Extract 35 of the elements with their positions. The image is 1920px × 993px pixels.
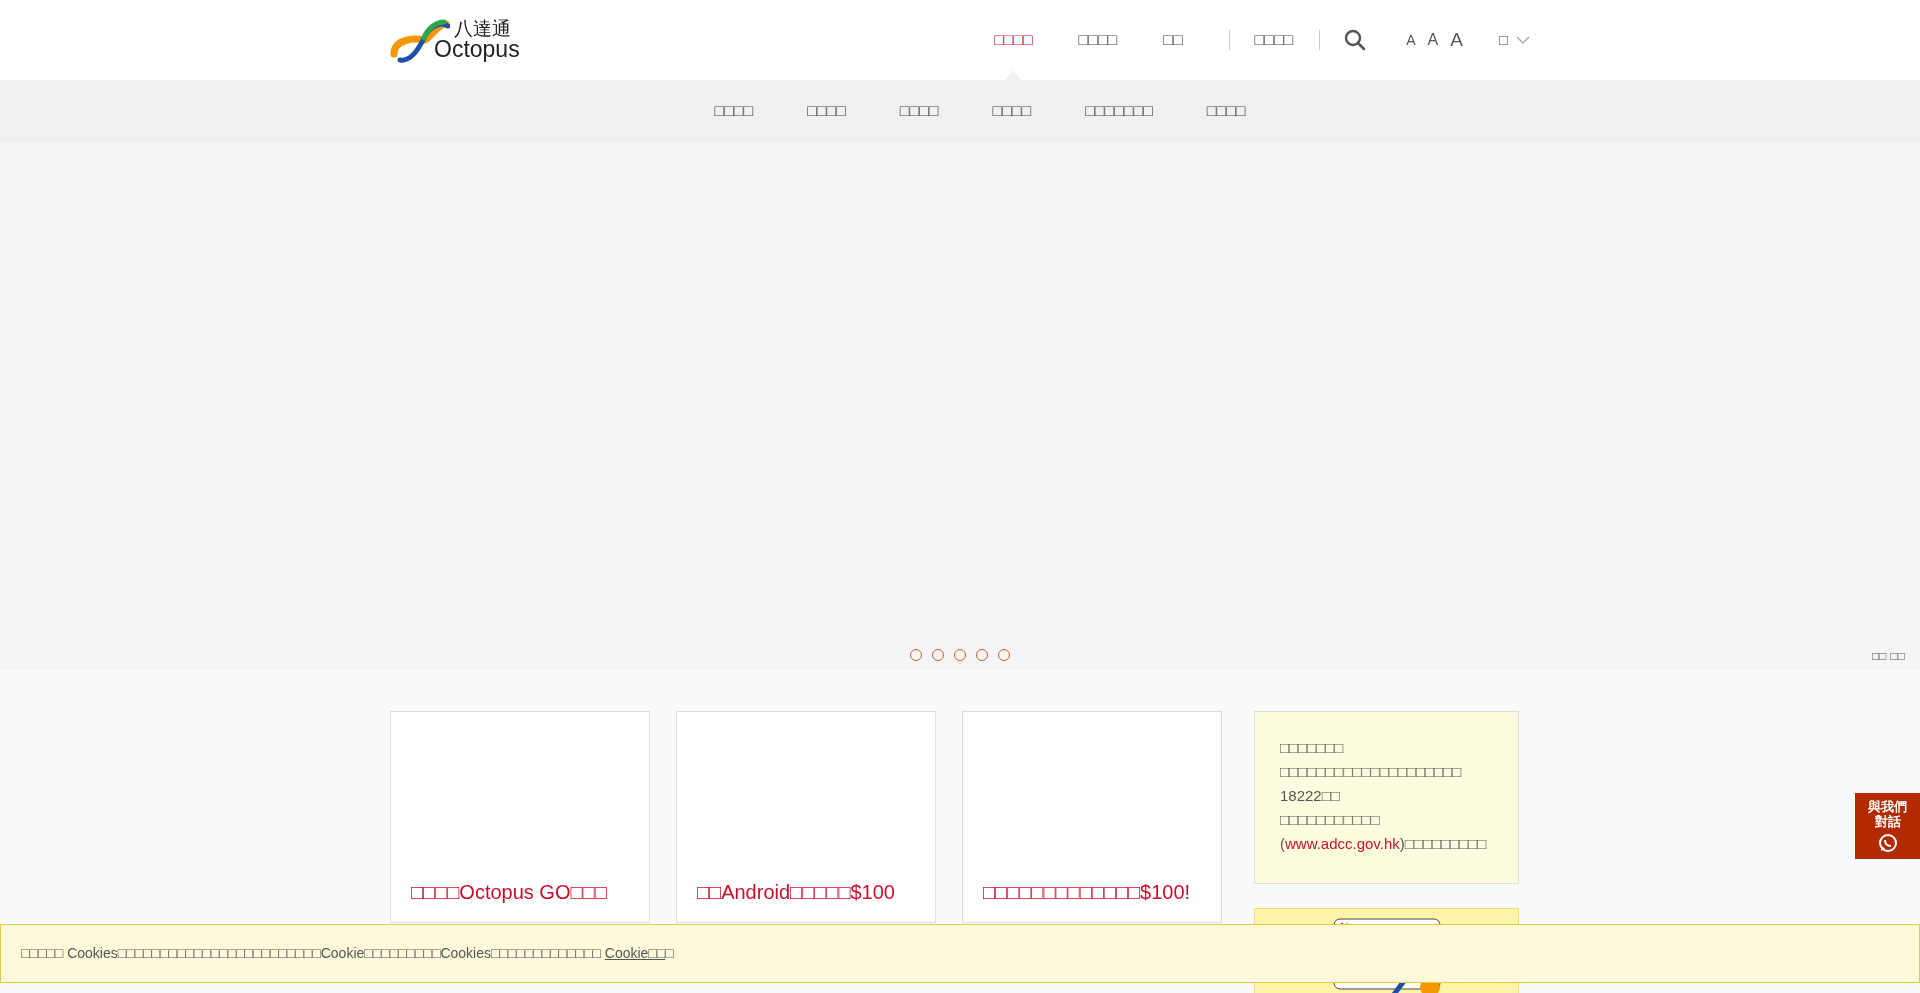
promo-card[interactable]: □□Android□□□□□$100 (676, 711, 936, 923)
subnav-link[interactable]: □□□□ (807, 99, 846, 123)
card-title: □□Android□□□□□$100 (696, 880, 896, 904)
logo-text: 八達通 (454, 19, 512, 38)
subnav-link[interactable]: □□□□ (992, 99, 1032, 123)
card-title: □□□□□□□□□□□□□$100! (982, 880, 1192, 904)
promo-card[interactable]: □□□□□□□□□□□□□$100! (962, 711, 1222, 923)
carousel-control[interactable]: □□ (1890, 647, 1905, 665)
card-title: □□□□Octopus GO□□□ (410, 880, 608, 904)
font-size-button[interactable]: A (1427, 28, 1439, 52)
chat-button[interactable]: 與我們對話 (1855, 793, 1920, 859)
cookie-notice: □□□□□ Cookies□□□□□□□□□□□□□□□□□□□□□□□□Cookie□□□□□□□□□Cookies□□□□□□□□□□□□□ Cookie□□□ (21, 944, 674, 963)
font-size-button[interactable]: A (1406, 29, 1416, 51)
language-selector[interactable]: □ (1498, 28, 1530, 52)
subnav-link[interactable]: □□□□□□□ (1085, 99, 1153, 123)
chevron-down-icon (1516, 36, 1530, 44)
octopus-logo[interactable]: 八達通 Octopus (390, 16, 520, 64)
nav-link[interactable]: □□□□ (1254, 0, 1294, 80)
notice-text: □□□□□□□□□□□□□□□□□□□□ (1280, 762, 1463, 782)
adcc-link[interactable]: www.adcc.gov.hk (1285, 835, 1400, 852)
notice-text: □□□□□□□□□□□ (1280, 810, 1381, 830)
subnav-link[interactable]: □□□□ (714, 99, 754, 123)
nav-link[interactable]: □□□□ (1078, 0, 1118, 80)
whatsapp-icon (1877, 833, 1898, 853)
font-size-button[interactable]: A (1450, 25, 1463, 55)
logo-wordmark: Octopus (434, 38, 520, 61)
promo-card[interactable]: □□□□Octopus GO□□□ (390, 711, 650, 923)
notice-text: 18222□□ (1280, 786, 1341, 806)
notice-text: (www.adcc.gov.hk)□□□□□□□□□ (1280, 834, 1488, 854)
carousel-control[interactable]: □□ (1872, 647, 1887, 665)
nav-link[interactable]: □□ (1163, 0, 1183, 80)
subnav-link[interactable]: □□□□ (899, 99, 939, 123)
cookie-link[interactable]: Cookie□□ (604, 945, 666, 961)
subnav-link[interactable]: □□□□ (1206, 99, 1246, 123)
notice-heading: □□□□□□□ (1280, 738, 1345, 758)
